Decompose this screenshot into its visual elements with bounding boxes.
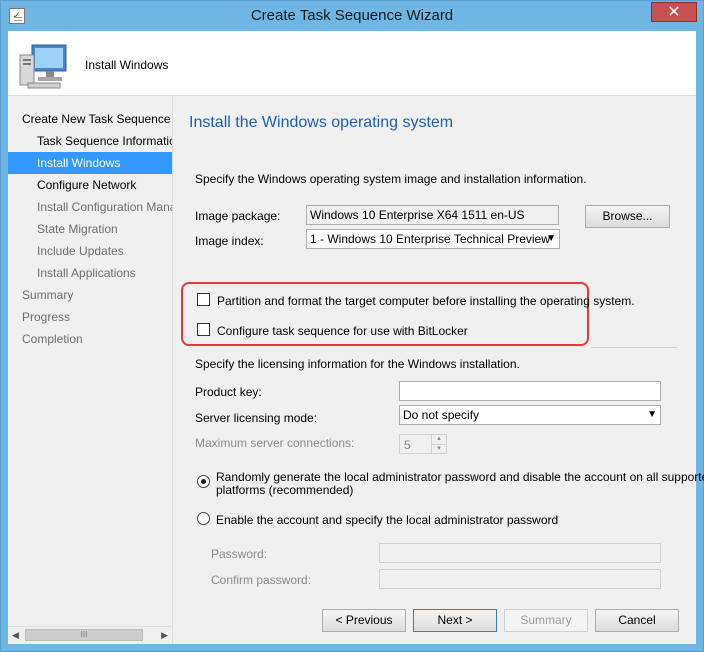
nav-item-summary[interactable]: Summary — [8, 284, 172, 306]
wizard-window: ✓ Create Task Sequence Wizard ✕ Install … — [0, 0, 704, 652]
wizard-nav-pane: Create New Task Sequence Task Sequence In… — [8, 96, 173, 644]
server-mode-value: Do not specify — [403, 408, 480, 422]
nav-item-include-updates[interactable]: Include Updates — [8, 240, 172, 262]
product-key-input[interactable] — [399, 381, 661, 401]
enable-account-radio[interactable] — [197, 512, 210, 525]
image-index-select[interactable]: 1 - Windows 10 Enterprise Technical Prev… — [306, 229, 560, 249]
partition-label[interactable]: Partition and format the target computer… — [217, 294, 635, 308]
partition-checkbox[interactable] — [197, 293, 210, 306]
nav-item-install-configuration-manager[interactable]: Install Configuration Manager — [8, 196, 172, 218]
max-connections-stepper[interactable]: 5 ▲ ▼ — [399, 434, 447, 454]
bitlocker-label[interactable]: Configure task sequence for use with Bit… — [217, 324, 468, 338]
random-password-label-line1[interactable]: Randomly generate the local administrato… — [216, 470, 704, 484]
image-index-value: 1 - Windows 10 Enterprise Technical Prev… — [310, 232, 550, 246]
nav-item-state-migration[interactable]: State Migration — [8, 218, 172, 240]
image-package-label: Image package: — [195, 209, 281, 223]
wizard-header: Install Windows — [8, 31, 696, 96]
image-package-field: Windows 10 Enterprise X64 1511 en-US — [306, 205, 559, 225]
scroll-right-icon[interactable]: ▶ — [161, 630, 168, 641]
chevron-down-icon: ▼ — [647, 409, 657, 420]
header-title: Install Windows — [85, 58, 169, 72]
image-description: Specify the Windows operating system ima… — [195, 172, 587, 186]
password-input[interactable] — [379, 543, 661, 563]
random-password-label-line2[interactable]: platforms (recommended) — [216, 483, 353, 497]
enable-account-label[interactable]: Enable the account and specify the local… — [216, 513, 558, 527]
confirm-password-input[interactable] — [379, 569, 661, 589]
spin-down-icon[interactable]: ▼ — [431, 444, 446, 454]
max-connections-label: Maximum server connections: — [195, 436, 355, 450]
nav-item-progress[interactable]: Progress — [8, 306, 172, 328]
page-title: Install the Windows operating system — [189, 114, 454, 131]
wizard-client-area: Install Windows Create New Task Sequence… — [8, 31, 704, 644]
cancel-button[interactable]: Cancel — [595, 609, 679, 632]
wizard-content: Install the Windows operating system Spe… — [173, 96, 704, 644]
product-key-label: Product key: — [195, 385, 262, 399]
image-index-label: Image index: — [195, 234, 264, 248]
nav-horizontal-scrollbar[interactable]: ◀ III ▶ — [8, 626, 172, 644]
nav-item-install-windows[interactable]: Install Windows — [8, 152, 172, 174]
next-button[interactable]: Next > — [413, 609, 497, 632]
nav-item-configure-network[interactable]: Configure Network — [8, 174, 172, 196]
confirm-password-label: Confirm password: — [211, 573, 312, 587]
server-mode-select[interactable]: Do not specify ▼ — [399, 405, 661, 425]
nav-item-task-sequence-information[interactable]: Task Sequence Information — [8, 130, 172, 152]
chevron-down-icon: ▼ — [546, 233, 556, 244]
title-bar[interactable]: ✓ Create Task Sequence Wizard ✕ — [1, 1, 703, 31]
password-label: Password: — [211, 547, 268, 561]
scroll-thumb[interactable]: III — [25, 629, 143, 641]
nav-item-create-new-task-sequence[interactable]: Create New Task Sequence — [8, 108, 172, 130]
computer-monitor-icon — [19, 44, 67, 89]
max-connections-value: 5 — [404, 438, 411, 452]
scroll-left-icon[interactable]: ◀ — [12, 630, 19, 641]
bitlocker-checkbox[interactable] — [197, 323, 210, 336]
nav-item-install-applications[interactable]: Install Applications — [8, 262, 172, 284]
server-mode-label: Server licensing mode: — [195, 411, 318, 425]
window-title: Create Task Sequence Wizard — [250, 7, 454, 24]
random-password-radio[interactable] — [197, 475, 210, 488]
spin-up-icon[interactable]: ▲ — [431, 435, 446, 444]
separator — [591, 347, 677, 348]
summary-button[interactable]: Summary — [504, 609, 588, 632]
browse-button[interactable]: Browse... — [585, 205, 670, 228]
licensing-description: Specify the licensing information for th… — [195, 357, 520, 371]
nav-item-completion[interactable]: Completion — [8, 328, 172, 350]
close-button[interactable]: ✕ — [651, 2, 697, 22]
previous-button[interactable]: < Previous — [322, 609, 406, 632]
